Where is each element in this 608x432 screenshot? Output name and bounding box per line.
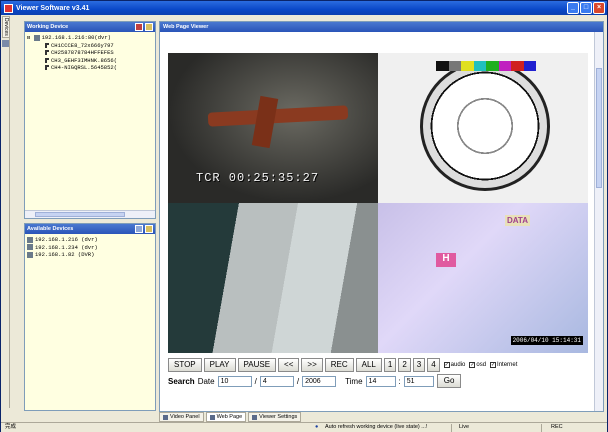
go-button[interactable]: Go <box>436 374 462 388</box>
video-panel-icon <box>163 414 168 420</box>
color-bars <box>436 61 536 71</box>
status-ready-text: 完成 <box>5 424 17 430</box>
airplane-image <box>207 105 349 127</box>
search-device-icon[interactable] <box>145 225 153 233</box>
filter-icon[interactable] <box>135 225 143 233</box>
camera-view-3[interactable] <box>168 203 378 353</box>
search-label: Search <box>168 376 195 386</box>
camera-icon <box>45 50 49 56</box>
all-channels-button[interactable]: ALL <box>355 358 382 372</box>
tab-web-page[interactable]: Web Page <box>205 412 247 422</box>
channel-item[interactable]: CH3_GEHF3IMHNK.8656( <box>27 57 153 65</box>
fast-forward-button[interactable]: >> <box>301 358 323 372</box>
status-rec: REC <box>551 424 563 430</box>
year-input[interactable]: 2006 <box>302 375 337 387</box>
refresh-device-icon[interactable] <box>145 23 153 31</box>
playback-controls: STOP PLAY PAUSE << >> REC ALL 1 2 3 4 ✓ a… <box>168 358 517 372</box>
timecode-overlay: TCR 00:25:35:27 <box>196 171 320 185</box>
close-button[interactable]: × <box>593 2 605 14</box>
camera-icon <box>45 42 49 48</box>
available-devices-header: Available Devices <box>25 224 155 234</box>
working-device-scrollbar[interactable] <box>25 210 155 218</box>
device-item[interactable]: 192.168.1.216 (dvr) <box>27 236 153 244</box>
pause-button[interactable]: PAUSE <box>237 358 277 372</box>
channel-2-button[interactable]: 2 <box>398 358 411 372</box>
play-button[interactable]: PLAY <box>203 358 236 372</box>
camera-view-4[interactable]: DATA H 2006/04/10 15:14:31 <box>378 203 588 353</box>
time-label: Time <box>345 376 363 386</box>
window-title: Viewer Software v3.41 <box>16 4 90 12</box>
status-bar: 完成 ● Auto refresh working device (live s… <box>1 422 607 432</box>
rewind-button[interactable]: << <box>278 358 300 372</box>
maximize-button[interactable]: □ <box>580 2 592 14</box>
channel-item[interactable]: CH2587878784HFFEFES <box>27 49 153 57</box>
month-input[interactable]: 4 <box>259 375 294 387</box>
stop-button[interactable]: STOP <box>168 358 202 372</box>
scroll-thumb[interactable] <box>596 68 602 188</box>
computer-icon <box>27 236 33 243</box>
viewer-vertical-scrollbar[interactable] <box>594 32 603 411</box>
record-button[interactable]: REC <box>324 358 354 372</box>
tab-viewer-settings[interactable]: Viewer Settings <box>248 412 302 422</box>
info-icon: ● <box>315 424 319 430</box>
minute-input[interactable]: 51 <box>403 375 434 387</box>
channel-3-button[interactable]: 3 <box>412 358 426 372</box>
test-pattern-image <box>420 61 550 191</box>
viewer-title: Web Page Viewer <box>160 22 603 32</box>
remove-device-icon[interactable] <box>135 23 143 31</box>
working-device-tree: ⊟ 192.168.1.216:80(dvr) CH1CCCE8_72x666y… <box>25 32 155 74</box>
available-devices-list: 192.168.1.216 (dvr) 192.168.1.234 (dvr) … <box>25 234 155 261</box>
osd-checkbox[interactable]: ✓ osd <box>469 362 486 368</box>
date-label: Date <box>197 376 215 386</box>
status-message: Auto refresh working device (live state)… <box>325 424 428 430</box>
left-tab-strip: Devices <box>2 16 10 408</box>
computer-icon <box>33 34 40 41</box>
data-label-image: DATA <box>504 215 530 226</box>
video-grid: TCR 00:25:35:27 DATA H 2006/04/10 15:14:… <box>168 53 588 353</box>
audio-checkbox[interactable]: ✓ audio <box>443 362 465 368</box>
web-page-viewer: Web Page Viewer TCR 00:25:35:27 DATA H 2… <box>159 21 604 412</box>
channel-1-button[interactable]: 1 <box>383 358 397 372</box>
working-device-panel: Working Device ⊟ 192.168.1.216:80(dvr) C… <box>24 21 156 219</box>
day-input[interactable]: 10 <box>217 375 252 387</box>
h-label-image: H <box>436 253 456 267</box>
devices-tab[interactable]: Devices <box>2 16 10 38</box>
available-devices-panel: Available Devices 192.168.1.216 (dvr) 19… <box>24 223 156 411</box>
available-devices-title: Available Devices <box>27 226 74 232</box>
hour-input[interactable]: 14 <box>365 375 396 387</box>
camera-view-1[interactable]: TCR 00:25:35:27 <box>168 53 378 203</box>
web-page-icon <box>209 414 215 420</box>
computer-icon <box>27 244 33 251</box>
computer-icon <box>27 251 33 258</box>
title-bar: Viewer Software v3.41 _ □ × <box>1 1 607 15</box>
timestamp-overlay: 2006/04/10 15:14:31 <box>510 336 583 345</box>
search-row: Search Date 10 / 4 / 2006 Time 14 : 51 G… <box>168 374 462 388</box>
channel-item[interactable]: CH4-NIGQRSL.5645852( <box>27 64 153 72</box>
working-device-header: Working Device <box>25 22 155 32</box>
tree-root[interactable]: ⊟ 192.168.1.216:80(dvr) <box>27 34 153 42</box>
status-mode: Live <box>459 424 470 430</box>
working-device-title: Working Device <box>27 24 69 30</box>
camera-icon <box>45 57 49 63</box>
settings-icon <box>252 414 258 420</box>
camera-icon <box>45 65 49 71</box>
device-item[interactable]: 192.168.1.234 (dvr) <box>27 244 153 252</box>
tab-video-panel[interactable]: Video Panel <box>159 412 204 422</box>
device-item[interactable]: 192.168.1.82 (DVR) <box>27 251 153 259</box>
app-icon <box>4 3 13 13</box>
channel-4-button[interactable]: 4 <box>427 358 440 372</box>
camera-view-2[interactable] <box>378 53 588 203</box>
minimize-button[interactable]: _ <box>567 2 579 14</box>
bottom-tabs: Video Panel Web Page Viewer Settings <box>159 412 302 422</box>
internet-checkbox[interactable]: ✓ Internet <box>490 362 517 368</box>
channel-item[interactable]: CH1CCCE8_72x666y797 <box>27 42 153 50</box>
app-window: Viewer Software v3.41 _ □ × Devices Work… <box>0 0 608 432</box>
scroll-thumb[interactable] <box>35 212 125 217</box>
device-icon[interactable] <box>2 40 9 47</box>
